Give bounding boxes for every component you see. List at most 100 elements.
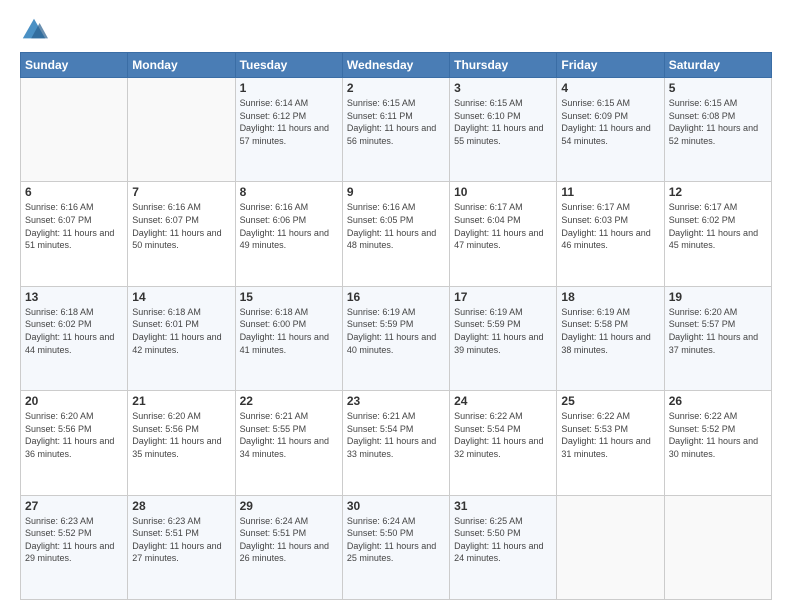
day-info: Sunrise: 6:22 AMSunset: 5:52 PMDaylight:… [669, 410, 767, 460]
day-number: 6 [25, 185, 123, 199]
day-info: Sunrise: 6:17 AMSunset: 6:03 PMDaylight:… [561, 201, 659, 251]
logo-icon [20, 16, 48, 44]
day-of-week-header: Monday [128, 53, 235, 78]
calendar-cell: 20 Sunrise: 6:20 AMSunset: 5:56 PMDayligh… [21, 391, 128, 495]
day-info: Sunrise: 6:19 AMSunset: 5:58 PMDaylight:… [561, 306, 659, 356]
calendar-cell: 23 Sunrise: 6:21 AMSunset: 5:54 PMDayligh… [342, 391, 449, 495]
calendar-cell: 18 Sunrise: 6:19 AMSunset: 5:58 PMDayligh… [557, 286, 664, 390]
day-number: 9 [347, 185, 445, 199]
day-number: 4 [561, 81, 659, 95]
calendar-cell: 5 Sunrise: 6:15 AMSunset: 6:08 PMDaylight… [664, 78, 771, 182]
header [20, 16, 772, 44]
calendar-cell: 7 Sunrise: 6:16 AMSunset: 6:07 PMDaylight… [128, 182, 235, 286]
day-info: Sunrise: 6:20 AMSunset: 5:56 PMDaylight:… [25, 410, 123, 460]
day-number: 12 [669, 185, 767, 199]
day-info: Sunrise: 6:15 AMSunset: 6:08 PMDaylight:… [669, 97, 767, 147]
calendar-cell: 8 Sunrise: 6:16 AMSunset: 6:06 PMDaylight… [235, 182, 342, 286]
day-number: 10 [454, 185, 552, 199]
calendar-cell: 30 Sunrise: 6:24 AMSunset: 5:50 PMDayligh… [342, 495, 449, 599]
calendar-cell: 26 Sunrise: 6:22 AMSunset: 5:52 PMDayligh… [664, 391, 771, 495]
day-number: 7 [132, 185, 230, 199]
day-number: 18 [561, 290, 659, 304]
day-info: Sunrise: 6:22 AMSunset: 5:53 PMDaylight:… [561, 410, 659, 460]
calendar-cell: 9 Sunrise: 6:16 AMSunset: 6:05 PMDaylight… [342, 182, 449, 286]
day-number: 21 [132, 394, 230, 408]
day-of-week-header: Friday [557, 53, 664, 78]
day-info: Sunrise: 6:16 AMSunset: 6:05 PMDaylight:… [347, 201, 445, 251]
calendar-cell: 25 Sunrise: 6:22 AMSunset: 5:53 PMDayligh… [557, 391, 664, 495]
calendar-cell: 24 Sunrise: 6:22 AMSunset: 5:54 PMDayligh… [450, 391, 557, 495]
day-number: 26 [669, 394, 767, 408]
day-info: Sunrise: 6:20 AMSunset: 5:56 PMDaylight:… [132, 410, 230, 460]
calendar-cell: 28 Sunrise: 6:23 AMSunset: 5:51 PMDayligh… [128, 495, 235, 599]
day-info: Sunrise: 6:17 AMSunset: 6:04 PMDaylight:… [454, 201, 552, 251]
day-info: Sunrise: 6:18 AMSunset: 6:00 PMDaylight:… [240, 306, 338, 356]
day-info: Sunrise: 6:19 AMSunset: 5:59 PMDaylight:… [454, 306, 552, 356]
day-number: 23 [347, 394, 445, 408]
calendar-cell [128, 78, 235, 182]
day-number: 20 [25, 394, 123, 408]
day-info: Sunrise: 6:17 AMSunset: 6:02 PMDaylight:… [669, 201, 767, 251]
calendar-cell: 14Sunrise: 6:18 AMSunset: 6:01 PMDayligh… [128, 286, 235, 390]
day-info: Sunrise: 6:24 AMSunset: 5:50 PMDaylight:… [347, 515, 445, 565]
day-of-week-header: Saturday [664, 53, 771, 78]
calendar-cell: 1 Sunrise: 6:14 AMSunset: 6:12 PMDaylight… [235, 78, 342, 182]
day-info: Sunrise: 6:25 AMSunset: 5:50 PMDaylight:… [454, 515, 552, 565]
calendar-cell: 15 Sunrise: 6:18 AMSunset: 6:00 PMDayligh… [235, 286, 342, 390]
calendar-cell: 10 Sunrise: 6:17 AMSunset: 6:04 PMDayligh… [450, 182, 557, 286]
day-number: 16 [347, 290, 445, 304]
day-of-week-header: Tuesday [235, 53, 342, 78]
day-of-week-header: Sunday [21, 53, 128, 78]
calendar-cell [557, 495, 664, 599]
day-number: 30 [347, 499, 445, 513]
day-number: 25 [561, 394, 659, 408]
day-info: Sunrise: 6:16 AMSunset: 6:07 PMDaylight:… [25, 201, 123, 251]
calendar-cell: 16 Sunrise: 6:19 AMSunset: 5:59 PMDayligh… [342, 286, 449, 390]
logo [20, 16, 52, 44]
calendar-cell [21, 78, 128, 182]
day-info: Sunrise: 6:23 AMSunset: 5:52 PMDaylight:… [25, 515, 123, 565]
calendar-cell: 21 Sunrise: 6:20 AMSunset: 5:56 PMDayligh… [128, 391, 235, 495]
calendar-cell: 13 Sunrise: 6:18 AMSunset: 6:02 PMDayligh… [21, 286, 128, 390]
calendar-cell: 22 Sunrise: 6:21 AMSunset: 5:55 PMDayligh… [235, 391, 342, 495]
calendar-table: SundayMondayTuesdayWednesdayThursdayFrid… [20, 52, 772, 600]
day-of-week-header: Thursday [450, 53, 557, 78]
day-info: Sunrise: 6:14 AMSunset: 6:12 PMDaylight:… [240, 97, 338, 147]
day-of-week-header: Wednesday [342, 53, 449, 78]
day-number: 19 [669, 290, 767, 304]
day-info: Sunrise: 6:20 AMSunset: 5:57 PMDaylight:… [669, 306, 767, 356]
calendar-cell: 12 Sunrise: 6:17 AMSunset: 6:02 PMDayligh… [664, 182, 771, 286]
day-info: Sunrise: 6:23 AMSunset: 5:51 PMDaylight:… [132, 515, 230, 565]
day-number: 27 [25, 499, 123, 513]
day-number: 13 [25, 290, 123, 304]
day-number: 28 [132, 499, 230, 513]
day-number: 8 [240, 185, 338, 199]
day-number: 3 [454, 81, 552, 95]
day-info: Sunrise: 6:18 AMSunset: 6:02 PMDaylight:… [25, 306, 123, 356]
day-info: Sunrise: 6:24 AMSunset: 5:51 PMDaylight:… [240, 515, 338, 565]
day-info: Sunrise: 6:22 AMSunset: 5:54 PMDaylight:… [454, 410, 552, 460]
day-info: Sunrise: 6:18 AMSunset: 6:01 PMDaylight:… [132, 306, 230, 356]
day-number: 1 [240, 81, 338, 95]
calendar-page: SundayMondayTuesdayWednesdayThursdayFrid… [0, 0, 792, 612]
day-info: Sunrise: 6:21 AMSunset: 5:54 PMDaylight:… [347, 410, 445, 460]
day-number: 15 [240, 290, 338, 304]
day-number: 24 [454, 394, 552, 408]
calendar-cell: 2Sunrise: 6:15 AMSunset: 6:11 PMDaylight… [342, 78, 449, 182]
day-info: Sunrise: 6:16 AMSunset: 6:06 PMDaylight:… [240, 201, 338, 251]
day-number: 29 [240, 499, 338, 513]
day-number: 22 [240, 394, 338, 408]
day-info: Sunrise: 6:15 AMSunset: 6:09 PMDaylight:… [561, 97, 659, 147]
day-number: 17 [454, 290, 552, 304]
calendar-cell: 29 Sunrise: 6:24 AMSunset: 5:51 PMDayligh… [235, 495, 342, 599]
calendar-cell: 17 Sunrise: 6:19 AMSunset: 5:59 PMDayligh… [450, 286, 557, 390]
day-number: 11 [561, 185, 659, 199]
day-number: 2 [347, 81, 445, 95]
calendar-cell: 11 Sunrise: 6:17 AMSunset: 6:03 PMDayligh… [557, 182, 664, 286]
day-number: 5 [669, 81, 767, 95]
calendar-cell: 6 Sunrise: 6:16 AMSunset: 6:07 PMDaylight… [21, 182, 128, 286]
day-info: Sunrise: 6:16 AMSunset: 6:07 PMDaylight:… [132, 201, 230, 251]
day-info: Sunrise: 6:21 AMSunset: 5:55 PMDaylight:… [240, 410, 338, 460]
day-number: 31 [454, 499, 552, 513]
day-info: Sunrise: 6:19 AMSunset: 5:59 PMDaylight:… [347, 306, 445, 356]
